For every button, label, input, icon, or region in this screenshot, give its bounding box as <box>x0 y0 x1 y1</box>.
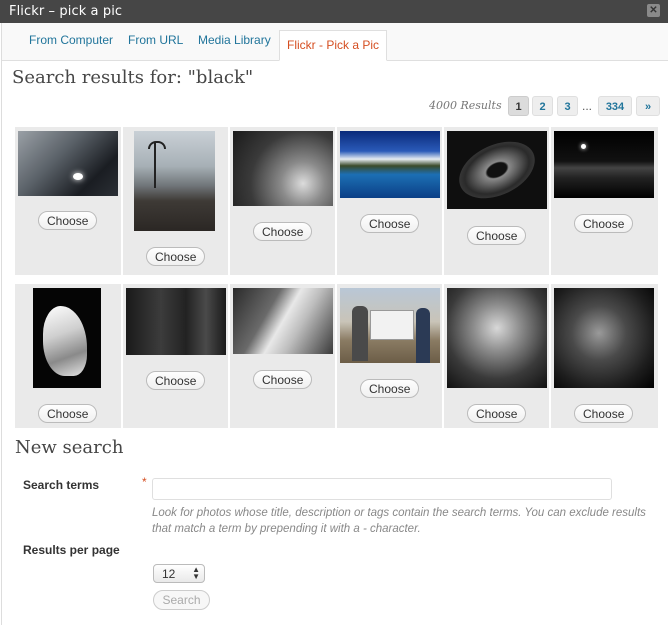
photo-thumbnail[interactable] <box>233 131 333 206</box>
photo-thumbnail[interactable] <box>447 288 547 388</box>
next-page-button[interactable]: » <box>636 96 660 116</box>
photo-cell: Choose <box>551 284 658 428</box>
photo-cell: Choose <box>551 127 658 275</box>
choose-button[interactable]: Choose <box>38 211 98 230</box>
photo-cell: Choose <box>337 284 442 428</box>
window-titlebar: Flickr – pick a pic ✕ <box>0 0 668 23</box>
photo-thumbnail[interactable] <box>18 131 118 196</box>
stepper-arrows-icon: ▲ ▼ <box>192 565 200 581</box>
choose-button[interactable]: Choose <box>146 247 206 266</box>
photo-cell: Choose <box>230 127 335 275</box>
results-per-page-select[interactable]: 12 ▲ ▼ <box>153 564 205 583</box>
choose-button[interactable]: Choose <box>467 404 527 423</box>
photo-thumbnail[interactable] <box>554 131 654 198</box>
photo-thumbnail[interactable] <box>340 131 440 198</box>
photo-cell: Choose <box>123 127 228 275</box>
photo-cell: Choose <box>444 127 549 275</box>
page-3[interactable]: 3 <box>557 96 578 116</box>
close-icon[interactable]: ✕ <box>647 4 660 17</box>
choose-button[interactable]: Choose <box>253 370 313 389</box>
choose-button[interactable]: Choose <box>38 404 98 423</box>
photo-cell: Choose <box>123 284 228 428</box>
photo-thumbnail[interactable] <box>134 131 215 231</box>
photo-cell: Choose <box>337 127 442 275</box>
photo-cell: Choose <box>444 284 549 428</box>
tab-from-url[interactable]: From URL <box>128 33 183 47</box>
choose-button[interactable]: Choose <box>146 371 206 390</box>
results-per-page-value: 12 <box>162 567 176 581</box>
photo-thumbnail[interactable] <box>233 288 333 354</box>
search-terms-help: Look for photos whose title, description… <box>152 507 646 535</box>
window-title: Flickr – pick a pic <box>9 4 123 19</box>
search-button[interactable]: Search <box>153 590 210 610</box>
photo-cell: Choose <box>15 284 121 428</box>
photo-thumbnail[interactable] <box>33 288 101 388</box>
photo-thumbnail[interactable] <box>554 288 654 388</box>
choose-button[interactable]: Choose <box>253 222 313 241</box>
pagination-ellipsis: ... <box>582 99 593 113</box>
tab-from-computer[interactable]: From Computer <box>29 33 113 47</box>
photo-thumbnail[interactable] <box>126 288 226 355</box>
page-last[interactable]: 334 <box>598 96 632 116</box>
choose-button[interactable]: Choose <box>574 404 634 423</box>
required-marker: * <box>142 475 147 489</box>
dialog-content: From Computer From URL Media Library Fli… <box>1 23 668 625</box>
choose-button[interactable]: Choose <box>467 226 527 245</box>
photo-cell: Choose <box>230 284 335 428</box>
page-2[interactable]: 2 <box>532 96 553 116</box>
results-per-page-label: Results per page <box>23 543 120 557</box>
choose-button[interactable]: Choose <box>360 379 420 398</box>
tab-bar: From Computer From URL Media Library Fli… <box>2 23 668 61</box>
results-heading: Search results for: "black" <box>12 67 254 88</box>
results-count: 4000 Results <box>429 99 502 112</box>
choose-button[interactable]: Choose <box>574 214 634 233</box>
photo-thumbnail[interactable] <box>447 131 547 209</box>
search-terms-label: Search terms <box>23 478 100 492</box>
tab-flickr-pick-a-pic[interactable]: Flickr - Pick a Pic <box>279 30 388 61</box>
photo-cell: Choose <box>15 127 121 275</box>
choose-button[interactable]: Choose <box>360 214 420 233</box>
photo-thumbnail[interactable] <box>340 288 440 363</box>
search-terms-input[interactable] <box>152 478 612 500</box>
page-1[interactable]: 1 <box>508 96 529 116</box>
new-search-heading: New search <box>15 437 124 458</box>
tab-media-library[interactable]: Media Library <box>198 33 271 47</box>
